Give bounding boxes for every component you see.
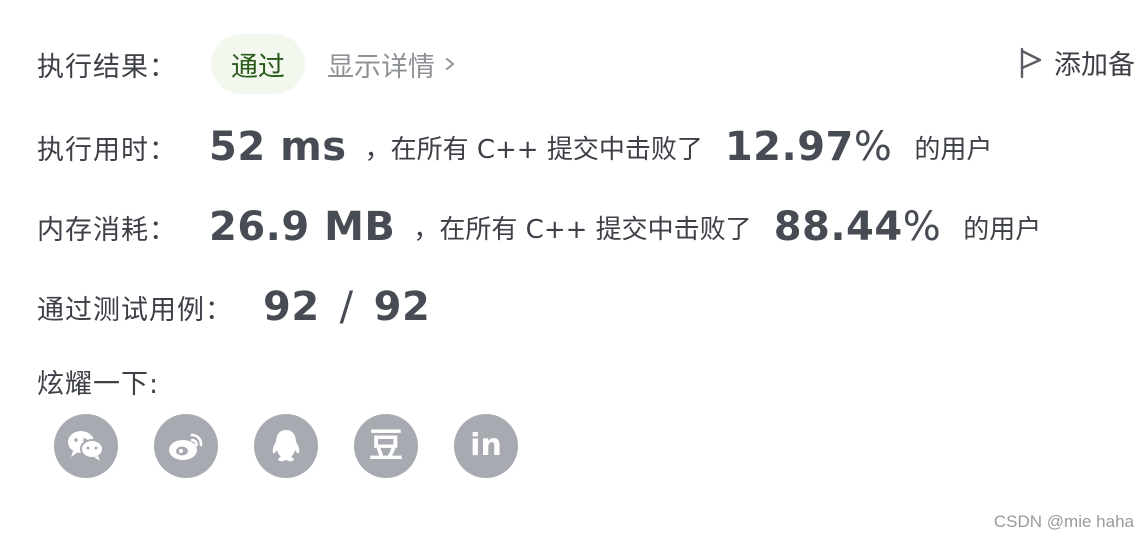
runtime-suffix: 的用户 xyxy=(914,134,993,165)
linkedin-icon: in xyxy=(470,428,502,463)
memory-percent: 88.44% xyxy=(774,204,942,250)
runtime-text: ，在所有 C++ 提交中击败了 xyxy=(364,134,703,165)
share-wechat-button[interactable] xyxy=(54,414,118,478)
douban-icon: 豆 xyxy=(369,426,403,466)
memory-suffix: 的用户 xyxy=(963,214,1042,245)
runtime-percent-value: 12.97 xyxy=(724,124,854,170)
result-row: 执行结果： 通过 显示详情 xyxy=(37,33,457,95)
share-douban-button[interactable]: 豆 xyxy=(354,414,418,478)
qq-icon xyxy=(272,430,300,462)
testcases-label: 通过测试用例： xyxy=(37,294,233,326)
runtime-value: 52 ms xyxy=(209,124,347,170)
memory-row: 内存消耗： 26.9 MB ，在所有 C++ 提交中击败了 88.44% 的用户 xyxy=(37,198,1041,256)
testcases-passed: 92 xyxy=(263,284,320,330)
memory-label: 内存消耗： xyxy=(37,214,177,246)
show-details-link[interactable]: 显示详情 xyxy=(327,45,457,84)
share-row-label: 炫耀一下: xyxy=(37,360,159,402)
result-label: 执行结果： xyxy=(37,51,177,83)
weibo-icon xyxy=(169,433,203,460)
share-buttons: 豆 in xyxy=(54,414,554,478)
runtime-row: 执行用时： 52 ms ，在所有 C++ 提交中击败了 12.97% 的用户 xyxy=(37,118,992,176)
runtime-percent: 12.97% xyxy=(725,124,893,170)
share-linkedin-button[interactable]: in xyxy=(454,414,518,478)
memory-percent-value: 88.44 xyxy=(773,204,903,250)
wechat-icon xyxy=(68,431,104,461)
testcases-row: 通过测试用例： 92 / 92 xyxy=(37,278,430,336)
memory-value: 26.9 MB xyxy=(209,204,396,250)
flag-icon xyxy=(1020,47,1042,78)
show-details-label: 显示详情 xyxy=(327,51,435,83)
runtime-percent-sign: % xyxy=(853,124,893,170)
status-badge: 通过 xyxy=(211,34,305,94)
testcases-separator: / xyxy=(339,284,354,330)
chevron-right-icon xyxy=(446,58,454,70)
add-note-button[interactable]: 添加备 xyxy=(1018,43,1135,82)
add-note-label: 添加备 xyxy=(1054,50,1135,81)
share-weibo-button[interactable] xyxy=(154,414,218,478)
runtime-label: 执行用时： xyxy=(37,134,177,166)
share-label: 炫耀一下: xyxy=(37,368,160,400)
watermark: CSDN @mie haha xyxy=(993,512,1134,531)
share-qq-button[interactable] xyxy=(254,414,318,478)
testcases-total: 92 xyxy=(373,284,431,330)
memory-text: ，在所有 C++ 提交中击败了 xyxy=(413,214,752,245)
memory-percent-sign: % xyxy=(902,204,942,250)
